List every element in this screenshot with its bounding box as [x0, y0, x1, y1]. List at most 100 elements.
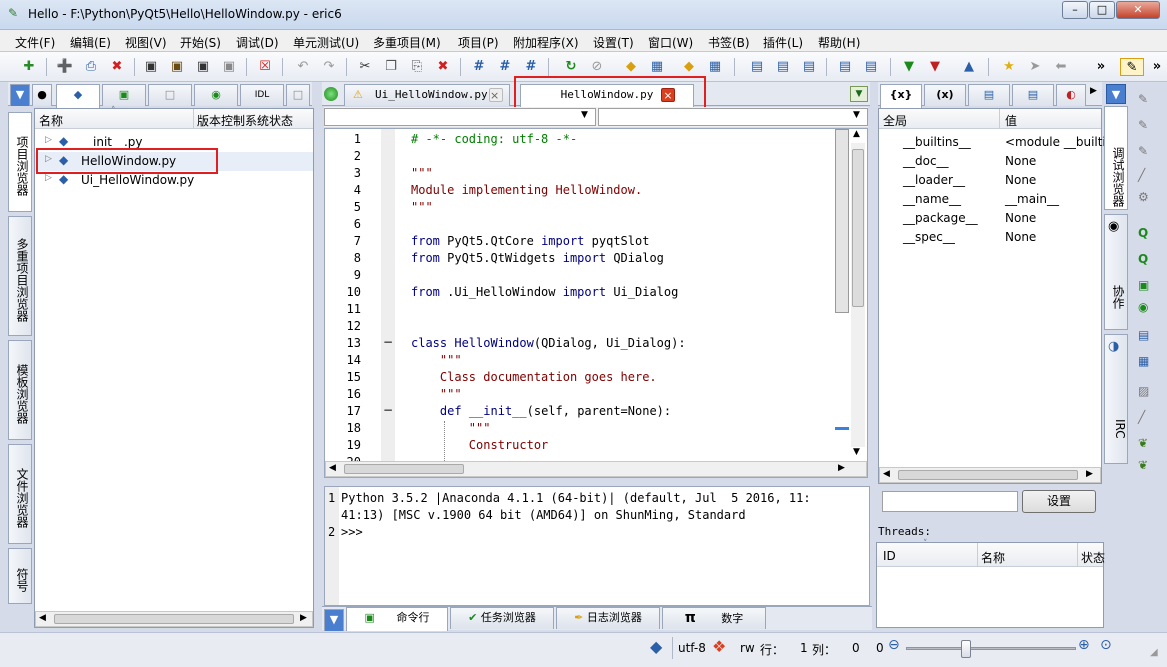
- globals-hscrollbar[interactable]: ◀ ▶: [879, 467, 1101, 483]
- method-selector-combo[interactable]: ▼: [598, 108, 868, 126]
- expand-arrow-icon[interactable]: ▷: [45, 173, 52, 183]
- prev-bookmark-icon[interactable]: ⬅: [1052, 58, 1070, 76]
- set-filter-button[interactable]: 设置: [1022, 490, 1096, 513]
- scroll-thumb[interactable]: [54, 614, 294, 624]
- toolbar-overflow-icon[interactable]: »: [1092, 58, 1110, 76]
- vtab-symbols[interactable]: 符号: [8, 548, 32, 604]
- editor-vscrollbar[interactable]: ▲ ▼: [835, 129, 867, 461]
- qt-icon-4[interactable]: ◉: [1138, 300, 1148, 314]
- menu-multiproject[interactable]: 多重项目(M): [373, 34, 441, 51]
- menu-view[interactable]: 视图(V): [125, 34, 167, 51]
- menu-start[interactable]: 开始(S): [180, 34, 221, 51]
- header-state[interactable]: 状态: [1081, 549, 1105, 566]
- header-id[interactable]: ID: [883, 549, 896, 563]
- scroll-thumb[interactable]: [344, 464, 464, 474]
- debug-script-icon[interactable]: ◆: [680, 58, 698, 76]
- menu-edit[interactable]: 编辑(E): [70, 34, 111, 51]
- wand-icon[interactable]: ╱: [1138, 168, 1145, 182]
- maximize-button[interactable]: □: [1089, 1, 1115, 19]
- var-row[interactable]: __name__ __main__: [879, 190, 1101, 209]
- menu-plugins[interactable]: 插件(L): [763, 34, 803, 51]
- debug-tab-watch-icon[interactable]: ▤: [1012, 84, 1054, 106]
- debug-sidebar-toggle-icon[interactable]: ▼: [1106, 84, 1126, 104]
- add-dir-icon[interactable]: ▤: [774, 58, 792, 76]
- qt-linguist-icon[interactable]: Q: [1138, 252, 1148, 266]
- debug-tab-breakpoints-icon[interactable]: ▤: [968, 84, 1010, 106]
- menu-debug[interactable]: 调试(D): [236, 34, 279, 51]
- header-name[interactable]: 名称: [981, 549, 1005, 566]
- new-file-icon[interactable]: ➕: [56, 58, 74, 76]
- bottom-sidebar-toggle-icon[interactable]: ▼: [324, 609, 344, 631]
- vtab-template-browser[interactable]: 模板浏览器: [8, 340, 32, 440]
- scroll-up-arrow-icon[interactable]: ▲: [853, 129, 860, 139]
- bottom-tab-numbers[interactable]: π 数字: [662, 607, 766, 629]
- download-icon[interactable]: ▼: [900, 58, 918, 76]
- editor-hscrollbar[interactable]: ◀ ▶: [325, 461, 867, 477]
- scroll-left-arrow-icon[interactable]: ◀: [883, 469, 890, 479]
- zoom-out-icon[interactable]: ⊖: [888, 637, 900, 653]
- scroll-down-arrow-icon[interactable]: ▼: [853, 447, 860, 457]
- scroll-thumb[interactable]: [898, 470, 1078, 480]
- brush-icon-3[interactable]: ✎: [1138, 144, 1148, 158]
- add-file-icon[interactable]: ▤: [748, 58, 766, 76]
- run-project-icon[interactable]: ▦: [648, 58, 666, 76]
- cut-icon[interactable]: ✂: [356, 58, 374, 76]
- tabs-scroll-right-icon[interactable]: ▶: [1090, 86, 1097, 96]
- qt-icon-3[interactable]: ▣: [1138, 278, 1149, 292]
- gear-icon[interactable]: ⚙: [1138, 190, 1149, 204]
- fold-marker[interactable]: −: [383, 335, 393, 349]
- bookmark-star-icon[interactable]: ★: [1000, 58, 1018, 76]
- redo-icon[interactable]: ↷: [320, 58, 338, 76]
- new-project-icon[interactable]: ✚: [20, 58, 38, 76]
- menu-help[interactable]: 帮助(H): [818, 34, 860, 51]
- debug-tab-globals[interactable]: {x}: [880, 84, 922, 108]
- header-vcs-status[interactable]: 版本控制系统状态: [197, 112, 293, 129]
- comment-icon[interactable]: #: [470, 58, 488, 76]
- minimize-button[interactable]: –: [1062, 1, 1088, 19]
- tab-translations-icon[interactable]: □: [148, 84, 192, 106]
- scroll-left-arrow-icon[interactable]: ◀: [39, 613, 46, 623]
- bottom-tab-log-viewer[interactable]: ✒ 日志浏览器: [556, 607, 660, 629]
- python-shell[interactable]: 1 Python 3.5.2 |Anaconda 4.1.1 (64-bit)|…: [324, 486, 870, 606]
- code-editor[interactable]: 1 2 3 4 5 6 7 8 9 10 11 12 13 14 15 16 1…: [324, 128, 868, 478]
- var-row[interactable]: __spec__ None: [879, 228, 1101, 247]
- remove-file-icon[interactable]: ▤: [800, 58, 818, 76]
- vtab-debug-viewer[interactable]: 调试浏览器: [1104, 106, 1128, 210]
- header-value[interactable]: 值: [1005, 112, 1017, 129]
- var-row[interactable]: __loader__ None: [879, 171, 1101, 190]
- next-bookmark-icon[interactable]: ➤: [1026, 58, 1044, 76]
- var-row[interactable]: __package__ None: [879, 209, 1101, 228]
- upload-icon[interactable]: ▲: [960, 58, 978, 76]
- scroll-right-arrow-icon[interactable]: ▶: [1086, 469, 1093, 479]
- ruler-icon[interactable]: ╱: [1138, 410, 1145, 424]
- scroll-left-arrow-icon[interactable]: ◀: [329, 463, 336, 473]
- scroll-thumb[interactable]: [835, 129, 849, 313]
- save-icon[interactable]: ▣: [142, 58, 160, 76]
- table-icon[interactable]: ▦: [1138, 354, 1149, 368]
- vtab-multiproject-browser[interactable]: 多重项目浏览器: [8, 216, 32, 336]
- vscroll-track[interactable]: [851, 143, 865, 447]
- toggle-comment-icon[interactable]: #: [522, 58, 540, 76]
- download-red-icon[interactable]: ▼: [926, 58, 944, 76]
- filter-input[interactable]: [882, 491, 1018, 512]
- var-row[interactable]: __doc__ None: [879, 152, 1101, 171]
- tab-close-icon[interactable]: ×: [489, 88, 503, 102]
- vtab-irc[interactable]: ◑ IRC: [1104, 334, 1128, 464]
- scroll-right-arrow-icon[interactable]: ▶: [838, 463, 845, 473]
- vtab-project-browser[interactable]: 项目浏览器: [8, 112, 32, 212]
- menu-unittest[interactable]: 单元测试(U): [293, 34, 359, 51]
- brush-icon[interactable]: ✎: [1138, 92, 1148, 106]
- menu-window[interactable]: 窗口(W): [648, 34, 693, 51]
- menu-file[interactable]: 文件(F): [15, 34, 55, 51]
- snake-icon-2[interactable]: ❦: [1138, 458, 1148, 472]
- debug-project-icon[interactable]: ▦: [706, 58, 724, 76]
- editor-tabs-menu-icon[interactable]: ▼: [850, 86, 868, 102]
- qt-designer-icon[interactable]: Q: [1138, 226, 1148, 240]
- snake-icon[interactable]: ❦: [1138, 436, 1148, 450]
- exit-icon[interactable]: ☒: [256, 58, 274, 76]
- uncomment-icon[interactable]: #: [496, 58, 514, 76]
- close-project-icon[interactable]: ✖: [108, 58, 126, 76]
- vtab-file-browser[interactable]: 文件浏览器: [8, 444, 32, 544]
- save-all-icon[interactable]: ▣: [194, 58, 212, 76]
- project-hscrollbar[interactable]: ◀ ▶: [35, 611, 313, 627]
